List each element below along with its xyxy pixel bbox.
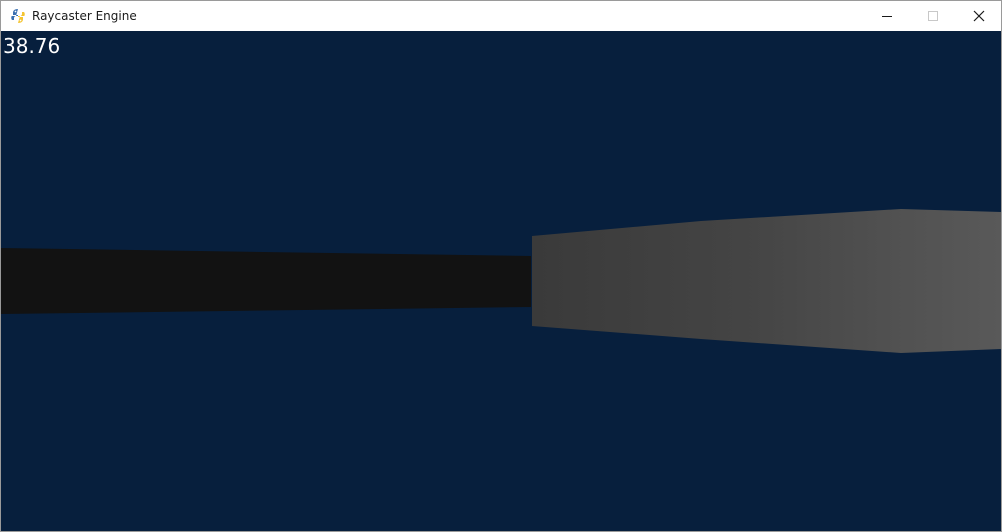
maximize-button[interactable] — [910, 1, 956, 31]
pygame-snake-icon — [10, 8, 26, 24]
title-bar[interactable]: Raycaster Engine — [1, 1, 1001, 31]
fps-counter: 38.76 — [3, 34, 61, 58]
dark-wall-segment — [1, 248, 531, 314]
raycast-scene — [1, 31, 1001, 531]
close-button[interactable] — [956, 1, 1001, 31]
minimize-icon — [882, 16, 892, 17]
lit-wall-segment — [532, 209, 1001, 353]
game-viewport[interactable]: 38.76 — [1, 31, 1001, 531]
close-icon — [973, 10, 985, 22]
app-window: Raycaster Engine 38.76 — [0, 0, 1002, 532]
minimize-button[interactable] — [864, 1, 910, 31]
window-title: Raycaster Engine — [32, 9, 137, 23]
maximize-icon — [928, 11, 938, 21]
